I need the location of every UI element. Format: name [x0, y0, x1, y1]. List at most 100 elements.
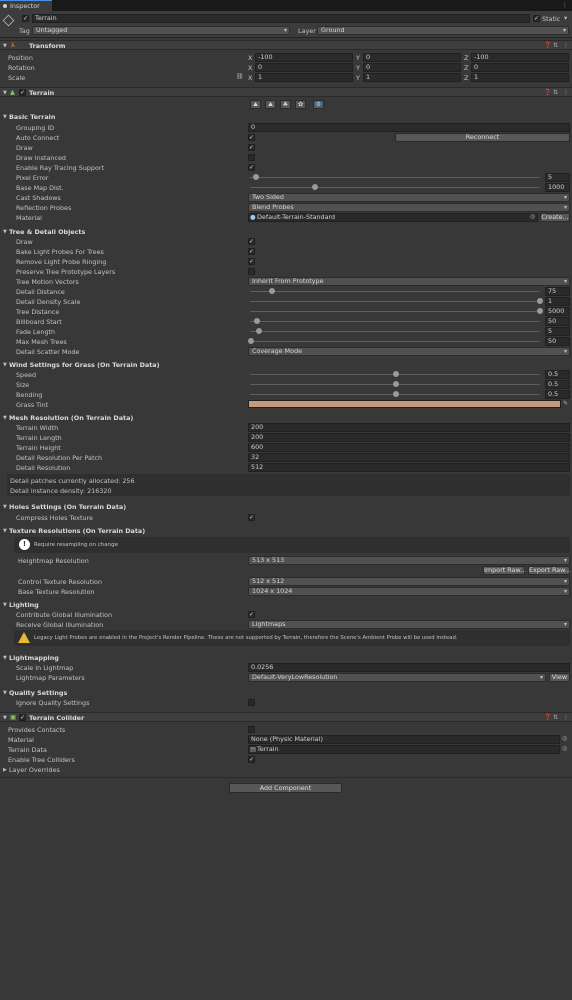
auto-connect-checkbox[interactable]: ✓ [248, 134, 255, 141]
detail-resolution-field[interactable]: 512 [248, 463, 570, 472]
tree-colliders-checkbox[interactable]: ✓ [248, 756, 255, 763]
rotation-z-label[interactable]: Z [464, 64, 468, 72]
tag-dropdown[interactable]: Untagged [32, 26, 290, 35]
base-map-slider-handle[interactable] [312, 184, 318, 190]
wind-size-slider-handle[interactable] [393, 381, 399, 387]
position-x-field[interactable]: -100 [255, 53, 353, 62]
layer-dropdown[interactable]: Ground [317, 26, 569, 35]
position-y-field[interactable]: 0 [363, 53, 461, 62]
static-dropdown-icon[interactable]: ▾ [564, 14, 567, 22]
position-z-label[interactable]: Z [464, 54, 468, 62]
scale-x-label[interactable]: X [248, 74, 252, 82]
billboard-start-field[interactable]: 50 [545, 317, 570, 326]
layer-overrides-foldout-icon[interactable]: ▶ [3, 767, 7, 773]
wind-speed-slider-handle[interactable] [393, 371, 399, 377]
paint-terrain-tool-icon[interactable]: ⛰ [265, 100, 276, 109]
object-picker-icon[interactable]: ◎ [562, 745, 567, 752]
grass-tint-swatch[interactable] [248, 400, 561, 408]
lightmapping-foldout-icon[interactable]: ▼ [3, 655, 7, 661]
paint-trees-tool-icon[interactable]: ♣ [280, 100, 291, 109]
fade-length-slider-track[interactable] [250, 331, 540, 332]
rotation-z-field[interactable]: 0 [471, 63, 569, 72]
scatter-mode-dropdown[interactable]: Coverage Mode [248, 347, 570, 356]
export-raw-button[interactable]: Export Raw... [528, 566, 571, 575]
terrain-length-field[interactable]: 200 [248, 433, 570, 442]
mesh-foldout-icon[interactable]: ▼ [3, 415, 7, 421]
lighting-foldout-icon[interactable]: ▼ [3, 602, 7, 608]
wind-size-field[interactable]: 0.5 [545, 380, 570, 389]
scale-x-field[interactable]: 1 [255, 73, 353, 82]
component-menu-icon[interactable]: ⋮ [563, 714, 569, 721]
pixel-error-slider-track[interactable] [250, 177, 540, 178]
collider-material-field[interactable]: None (Physic Material) [248, 735, 560, 744]
contribute-gi-checkbox[interactable]: ✓ [248, 611, 255, 618]
position-z-field[interactable]: -100 [471, 53, 569, 62]
scale-link-icon[interactable]: ⛓ [236, 73, 244, 80]
basic-terrain-foldout-icon[interactable]: ▼ [3, 114, 7, 120]
position-y-label[interactable]: Y [356, 54, 360, 62]
tree-distance-field[interactable]: 5000 [545, 307, 570, 316]
control-texture-dropdown[interactable]: 512 x 512 [248, 577, 570, 586]
base-texture-dropdown[interactable]: 1024 x 1024 [248, 587, 570, 596]
detail-distance-slider-track[interactable] [250, 291, 540, 292]
import-raw-button[interactable]: Import Raw... [483, 566, 526, 575]
preset-icon[interactable]: ⇅ [553, 42, 558, 49]
billboard-start-slider-track[interactable] [250, 321, 540, 322]
paint-details-tool-icon[interactable]: ✿ [295, 100, 306, 109]
tab-menu-icon[interactable]: ⋮ [562, 1, 568, 9]
object-picker-icon[interactable]: ◎ [530, 213, 535, 220]
create-neighbor-tool-icon[interactable]: ⛰ [250, 100, 261, 109]
preset-icon[interactable]: ⇅ [553, 714, 558, 721]
material-field[interactable]: ● Default-Terrain-Standard [248, 213, 538, 222]
help-icon[interactable]: ❓ [544, 89, 551, 96]
help-icon[interactable]: ❓ [544, 42, 551, 49]
lightmap-params-dropdown[interactable]: Default-VeryLowResolution [248, 673, 546, 682]
scale-in-lightmap-field[interactable]: 0.0256 [248, 663, 570, 672]
scale-y-field[interactable]: 1 [363, 73, 461, 82]
ray-tracing-checkbox[interactable]: ✓ [248, 164, 255, 171]
help-icon[interactable]: ❓ [544, 714, 551, 721]
pixel-error-field[interactable]: 5 [545, 173, 570, 182]
component-menu-icon[interactable]: ⋮ [563, 42, 569, 49]
collider-enabled-checkbox[interactable]: ✓ [19, 714, 26, 721]
fade-length-field[interactable]: 5 [545, 327, 570, 336]
tree-distance-slider-track[interactable] [250, 311, 540, 312]
tab-inspector[interactable]: Inspector [0, 0, 52, 11]
terrain-data-field[interactable]: ▤ Terrain [248, 745, 560, 754]
wind-bending-slider-handle[interactable] [393, 391, 399, 397]
detail-density-field[interactable]: 1 [545, 297, 570, 306]
transform-foldout-icon[interactable]: ▼ [3, 43, 7, 49]
ignore-quality-checkbox[interactable] [248, 699, 255, 706]
position-x-label[interactable]: X [248, 54, 252, 62]
remove-ringing-checkbox[interactable]: ✓ [248, 258, 255, 265]
collider-foldout-icon[interactable]: ▼ [3, 715, 7, 721]
compress-holes-checkbox[interactable]: ✓ [248, 514, 255, 521]
per-patch-field[interactable]: 32 [248, 453, 570, 462]
pixel-error-slider-handle[interactable] [253, 174, 259, 180]
base-map-field[interactable]: 1000 [545, 183, 570, 192]
texture-foldout-icon[interactable]: ▼ [3, 528, 7, 534]
terrain-enabled-checkbox[interactable]: ✓ [19, 89, 26, 96]
detail-density-slider-track[interactable] [250, 301, 540, 302]
object-active-checkbox[interactable]: ✓ [22, 15, 29, 22]
layer-overrides-label[interactable]: Layer Overrides [9, 766, 60, 774]
receive-gi-dropdown[interactable]: Lightmaps [248, 620, 570, 629]
max-mesh-trees-slider-handle[interactable] [248, 338, 254, 344]
object-name-field[interactable]: Terrain [32, 14, 530, 23]
scale-y-label[interactable]: Y [356, 74, 360, 82]
create-material-button[interactable]: Create... [540, 213, 570, 222]
fade-length-slider-handle[interactable] [256, 328, 262, 334]
terrain-height-field[interactable]: 600 [248, 443, 570, 452]
tree-distance-slider-handle[interactable] [537, 308, 543, 314]
draw-instanced-checkbox[interactable] [248, 154, 255, 161]
provides-contacts-checkbox[interactable] [248, 726, 255, 733]
terrain-width-field[interactable]: 200 [248, 423, 570, 432]
rotation-y-label[interactable]: Y [356, 64, 360, 72]
wind-bending-field[interactable]: 0.5 [545, 390, 570, 399]
tree-draw-checkbox[interactable]: ✓ [248, 238, 255, 245]
draw-checkbox[interactable]: ✓ [248, 144, 255, 151]
terrain-settings-tool-icon[interactable]: ⚙ [313, 100, 324, 109]
component-menu-icon[interactable]: ⋮ [563, 89, 569, 96]
cast-shadows-dropdown[interactable]: Two Sided [248, 193, 570, 202]
scale-z-field[interactable]: 1 [471, 73, 569, 82]
